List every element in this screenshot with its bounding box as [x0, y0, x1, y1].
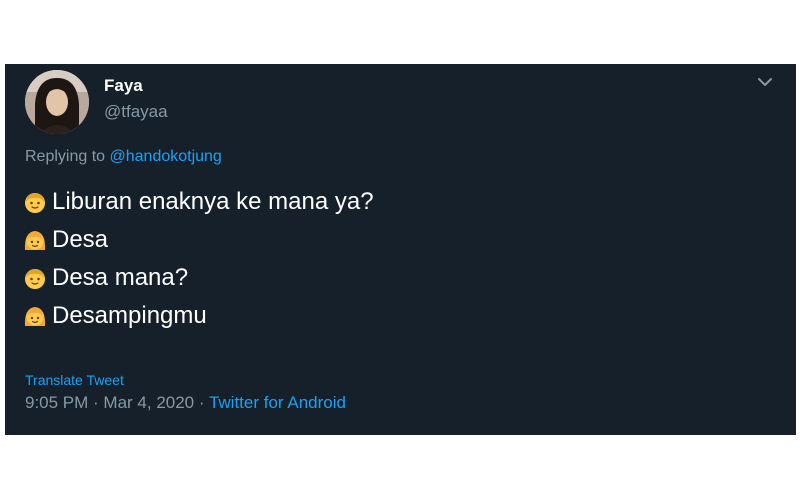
girl-face-emoji-icon: [24, 307, 46, 326]
boy-face-emoji-icon: [25, 269, 45, 289]
tweet-line-text: Desa mana?: [52, 264, 189, 291]
replying-prefix: Replying to: [25, 148, 110, 165]
tweet-line: Desampingmu: [23, 297, 374, 335]
tweet-line-text: Liburan enaknya ke mana ya?: [52, 188, 374, 215]
boy-face-emoji-icon: [25, 193, 45, 213]
avatar[interactable]: [25, 70, 89, 134]
tweet-line: Desa: [23, 221, 374, 259]
tweet-text: Liburan enaknya ke mana ya? Desa Desa ma…: [23, 183, 374, 335]
chevron-down-icon[interactable]: [757, 76, 773, 88]
tweet-source-link[interactable]: Twitter for Android: [209, 393, 346, 412]
tweet-meta: 9:05 PM · Mar 4, 2020 · Twitter for Andr…: [25, 393, 346, 413]
meta-separator: ·: [194, 393, 209, 412]
tweet-line-text: Desampingmu: [52, 302, 207, 329]
translate-tweet-link[interactable]: Translate Tweet: [25, 372, 124, 388]
display-name[interactable]: Faya: [104, 76, 143, 96]
tweet-line: Liburan enaknya ke mana ya?: [23, 183, 374, 221]
tweet-timestamp[interactable]: 9:05 PM · Mar 4, 2020: [25, 393, 194, 412]
girl-face-emoji-icon: [24, 231, 46, 250]
tweet-line: Desa mana?: [23, 259, 374, 297]
reply-mention-link[interactable]: @handokotjung: [110, 148, 222, 165]
replying-to: Replying to @handokotjung: [25, 148, 222, 166]
avatar-photo: [25, 70, 89, 134]
user-handle[interactable]: @tfayaa: [104, 102, 168, 122]
tweet-card: Faya @tfayaa Replying to @handokotjung L…: [5, 64, 796, 435]
tweet-line-text: Desa: [52, 226, 109, 253]
